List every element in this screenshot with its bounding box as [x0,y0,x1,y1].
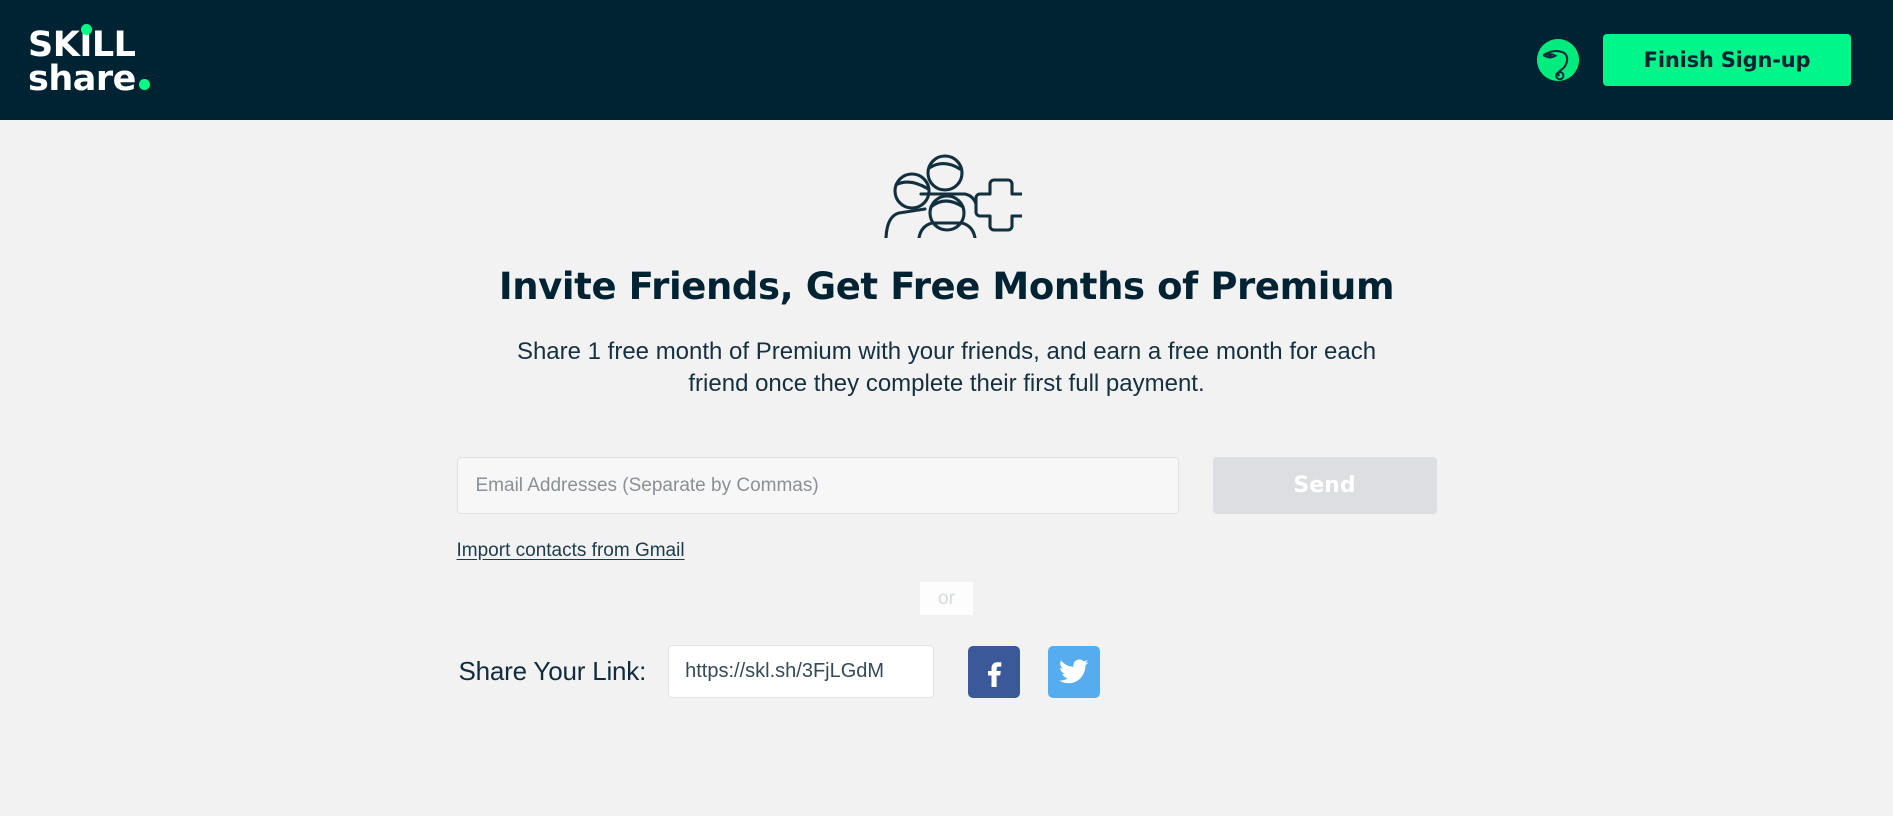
twitter-bird-icon [1059,659,1089,685]
share-link-section: Share Your Link: [457,645,1437,698]
or-divider: or [457,582,1437,615]
logo-period-icon [139,79,150,90]
page-title: Invite Friends, Get Free Months of Premi… [499,265,1394,308]
page-subtitle: Share 1 free month of Premium with your … [502,336,1392,399]
avatar-face-icon [1537,39,1579,81]
logo-line-2: share [28,59,136,99]
invite-friends-icon [872,150,1022,243]
invite-form: Send Import contacts from Gmail [457,457,1437,562]
user-avatar[interactable] [1537,39,1579,81]
facebook-icon [979,657,1009,687]
skillshare-logo[interactable]: SKILL share [28,24,150,97]
share-facebook-button[interactable] [968,646,1020,698]
share-link-label: Share Your Link: [459,656,647,687]
send-invites-button[interactable]: Send [1213,457,1437,514]
or-divider-label: or [920,582,973,615]
import-gmail-contacts-link[interactable]: Import contacts from Gmail [457,540,685,562]
logo-line-2-wrap: share [28,62,150,96]
share-twitter-button[interactable] [1048,646,1100,698]
finish-signup-button[interactable]: Finish Sign-up [1603,34,1851,86]
invite-form-row: Send [457,457,1437,514]
email-addresses-input[interactable] [457,457,1179,514]
share-link-input[interactable] [668,645,934,698]
header-actions: Finish Sign-up [1537,34,1851,86]
logo-dot-icon [81,24,92,35]
site-header: SKILL share Finish Sign-up [0,0,1893,120]
main-content: Invite Friends, Get Free Months of Premi… [0,120,1893,698]
